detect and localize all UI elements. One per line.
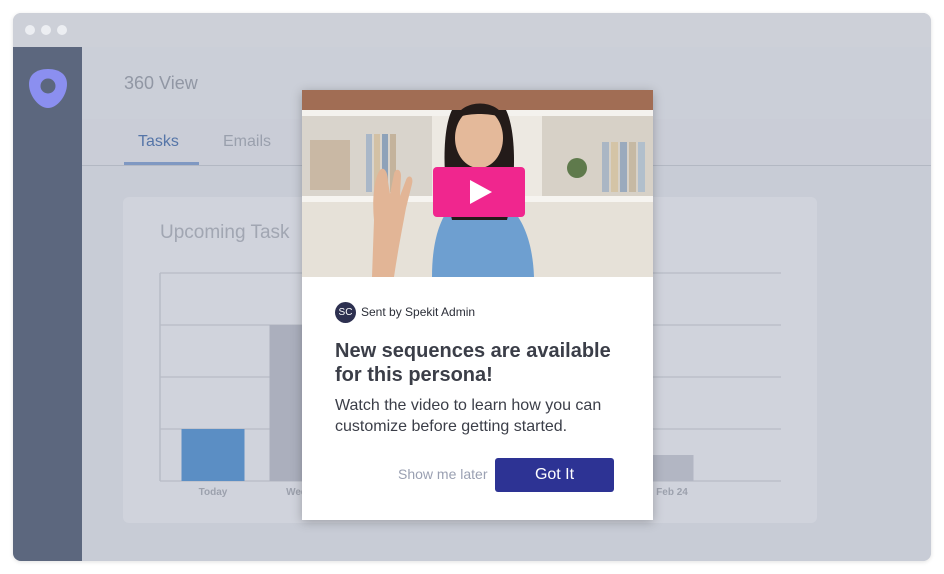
announcement-popup: SC Sent by Spekit Admin New sequences ar… (302, 90, 653, 520)
tab-tasks[interactable]: Tasks (138, 133, 179, 151)
play-button[interactable] (433, 167, 525, 217)
page-title: 360 View (124, 73, 198, 93)
tab-emails[interactable]: Emails (223, 133, 271, 151)
sidebar (13, 47, 82, 561)
video-thumbnail[interactable] (302, 90, 653, 277)
outreach-logo-icon[interactable] (27, 67, 69, 111)
chart-bar (181, 429, 245, 481)
got-it-button[interactable]: Got It (495, 458, 614, 492)
sender-row: SC Sent by Spekit Admin (335, 301, 475, 323)
sender-label: Sent by Spekit Admin (361, 305, 476, 319)
popup-title: New sequences are available for this per… (335, 340, 611, 386)
active-tab-indicator (124, 162, 199, 165)
window-dot-close[interactable] (25, 25, 35, 35)
window-dot-minimize[interactable] (41, 25, 51, 35)
chart-bar (650, 455, 694, 481)
avatar: SC (335, 301, 356, 323)
card-title: Upcoming Task (160, 222, 290, 243)
window-dot-maximize[interactable] (57, 25, 67, 35)
popup-body: Watch the video to learn how you can cus… (335, 397, 602, 435)
show-me-later-link[interactable]: Show me later (398, 466, 487, 482)
chart-x-tick-label: Today (199, 487, 228, 498)
title-bar (13, 13, 931, 47)
play-icon (470, 180, 492, 204)
chart-x-tick-label: Feb 24 (656, 487, 688, 498)
